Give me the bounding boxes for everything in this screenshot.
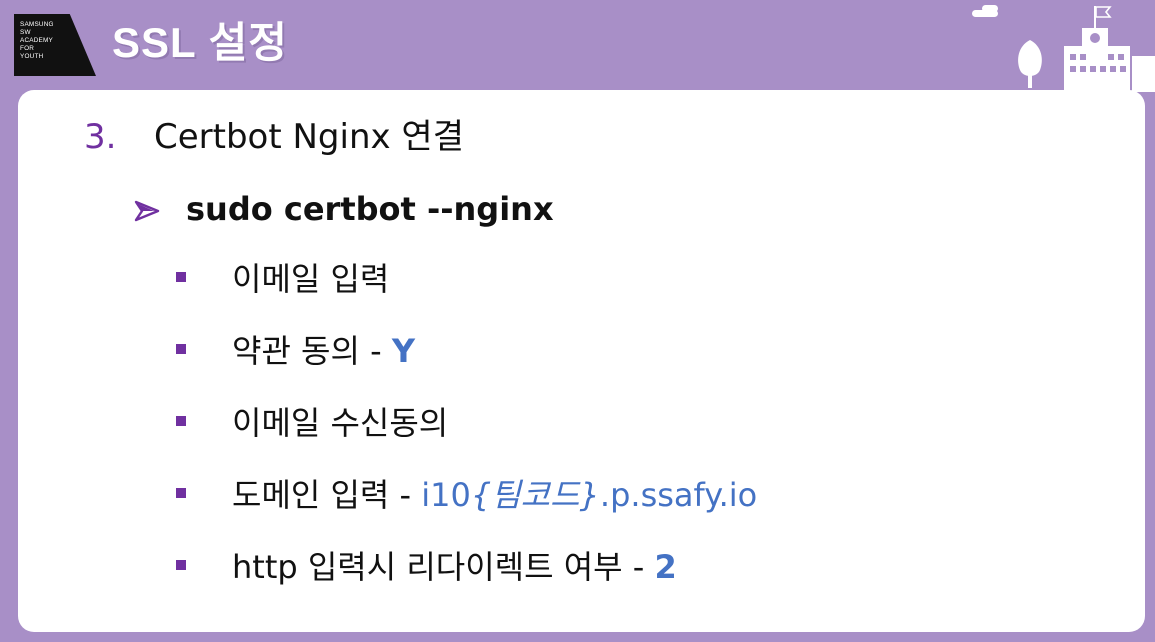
- domain-team-code: {팀코드}: [470, 476, 600, 514]
- slide-title: SSL 설정: [112, 19, 288, 66]
- list-item: 도메인 입력 - i10{팀코드}.p.ssafy.io: [176, 472, 757, 518]
- domain-suffix: .p.ssafy.io: [599, 476, 758, 514]
- flag-icon: [1094, 6, 1112, 30]
- item-value: Y: [391, 332, 415, 370]
- samsung-sw-academy-logo: SAMSUNG SW ACADEMY FOR YOUTH: [14, 14, 96, 76]
- item-text: 이메일 수신동의: [232, 404, 449, 442]
- command-line: sudo certbot --nginx: [134, 186, 554, 234]
- step-number: 3.: [84, 117, 117, 157]
- list-item: 이메일 수신동의: [176, 400, 448, 446]
- cloud-icon: [972, 5, 998, 17]
- school-building-icon: [1064, 28, 1155, 92]
- square-bullet-icon: [176, 488, 186, 498]
- item-text: 약관 동의 -: [232, 332, 392, 370]
- item-text: 이메일 입력: [232, 260, 390, 298]
- logo-text: SAMSUNG SW ACADEMY FOR YOUTH: [20, 21, 54, 60]
- domain-prefix: i10: [421, 476, 471, 514]
- command-text: sudo certbot --nginx: [186, 190, 554, 228]
- square-bullet-icon: [176, 416, 186, 426]
- tree-icon: [1018, 40, 1042, 88]
- square-bullet-icon: [176, 272, 186, 282]
- item-text: http 입력시 리다이렉트 여부 -: [232, 548, 655, 586]
- step-heading: 3. Certbot Nginx 연결: [84, 112, 464, 162]
- square-bullet-icon: [176, 560, 186, 570]
- list-item: 이메일 입력: [176, 256, 389, 302]
- square-bullet-icon: [176, 344, 186, 354]
- school-decoration: [972, 5, 1155, 92]
- arrow-bullet-icon: [134, 188, 186, 234]
- item-text: 도메인 입력 -: [232, 476, 422, 514]
- list-item: http 입력시 리다이렉트 여부 - 2: [176, 544, 677, 590]
- list-item: 약관 동의 - Y: [176, 328, 415, 374]
- item-value: 2: [654, 548, 677, 586]
- step-text: Certbot Nginx 연결: [154, 117, 464, 157]
